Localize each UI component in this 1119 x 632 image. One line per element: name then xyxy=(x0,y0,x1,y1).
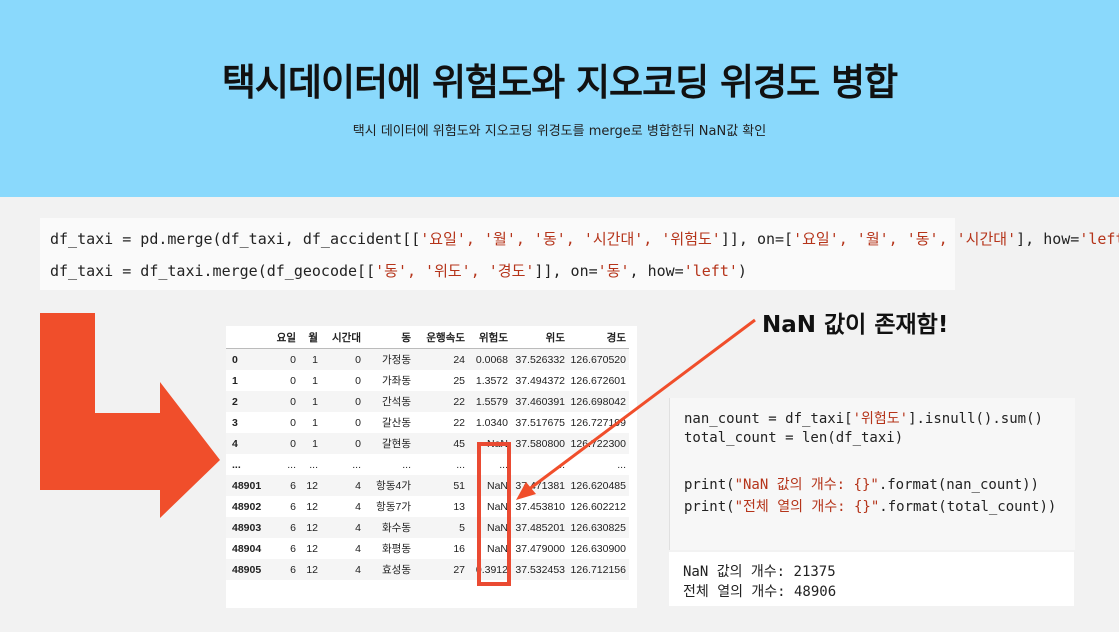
code-line: print("NaN 값의 개수: {}".format(nan_count)) xyxy=(684,474,1039,494)
code-line: nan_count = df_taxi['위험도'].isnull().sum(… xyxy=(684,408,1043,428)
cell-output: NaN 값의 개수: 21375 전체 열의 개수: 48906 xyxy=(669,552,1074,606)
code-cell-nan-count: nan_count = df_taxi['위험도'].isnull().sum(… xyxy=(669,398,1075,550)
code-string: "NaN 값의 개수: {}" xyxy=(734,477,879,493)
code-text: .format(nan_count)) xyxy=(878,477,1039,493)
code-text: .format(total_count)) xyxy=(879,499,1057,515)
code-text: print( xyxy=(684,477,735,493)
code-string: '위험도' xyxy=(852,411,909,427)
code-text: print( xyxy=(684,499,735,515)
output-line: NaN 값의 개수: 21375 xyxy=(683,564,836,580)
output-line: 전체 열의 개수: 48906 xyxy=(683,584,837,600)
code-line: print("전체 열의 개수: {}".format(total_count)… xyxy=(684,496,1056,516)
code-text: nan_count = df_taxi[ xyxy=(684,411,853,427)
code-line: total_count = len(df_taxi) xyxy=(684,430,904,446)
code-string: "전체 열의 개수: {}" xyxy=(734,499,880,515)
code-text: ].isnull().sum() xyxy=(908,411,1043,427)
